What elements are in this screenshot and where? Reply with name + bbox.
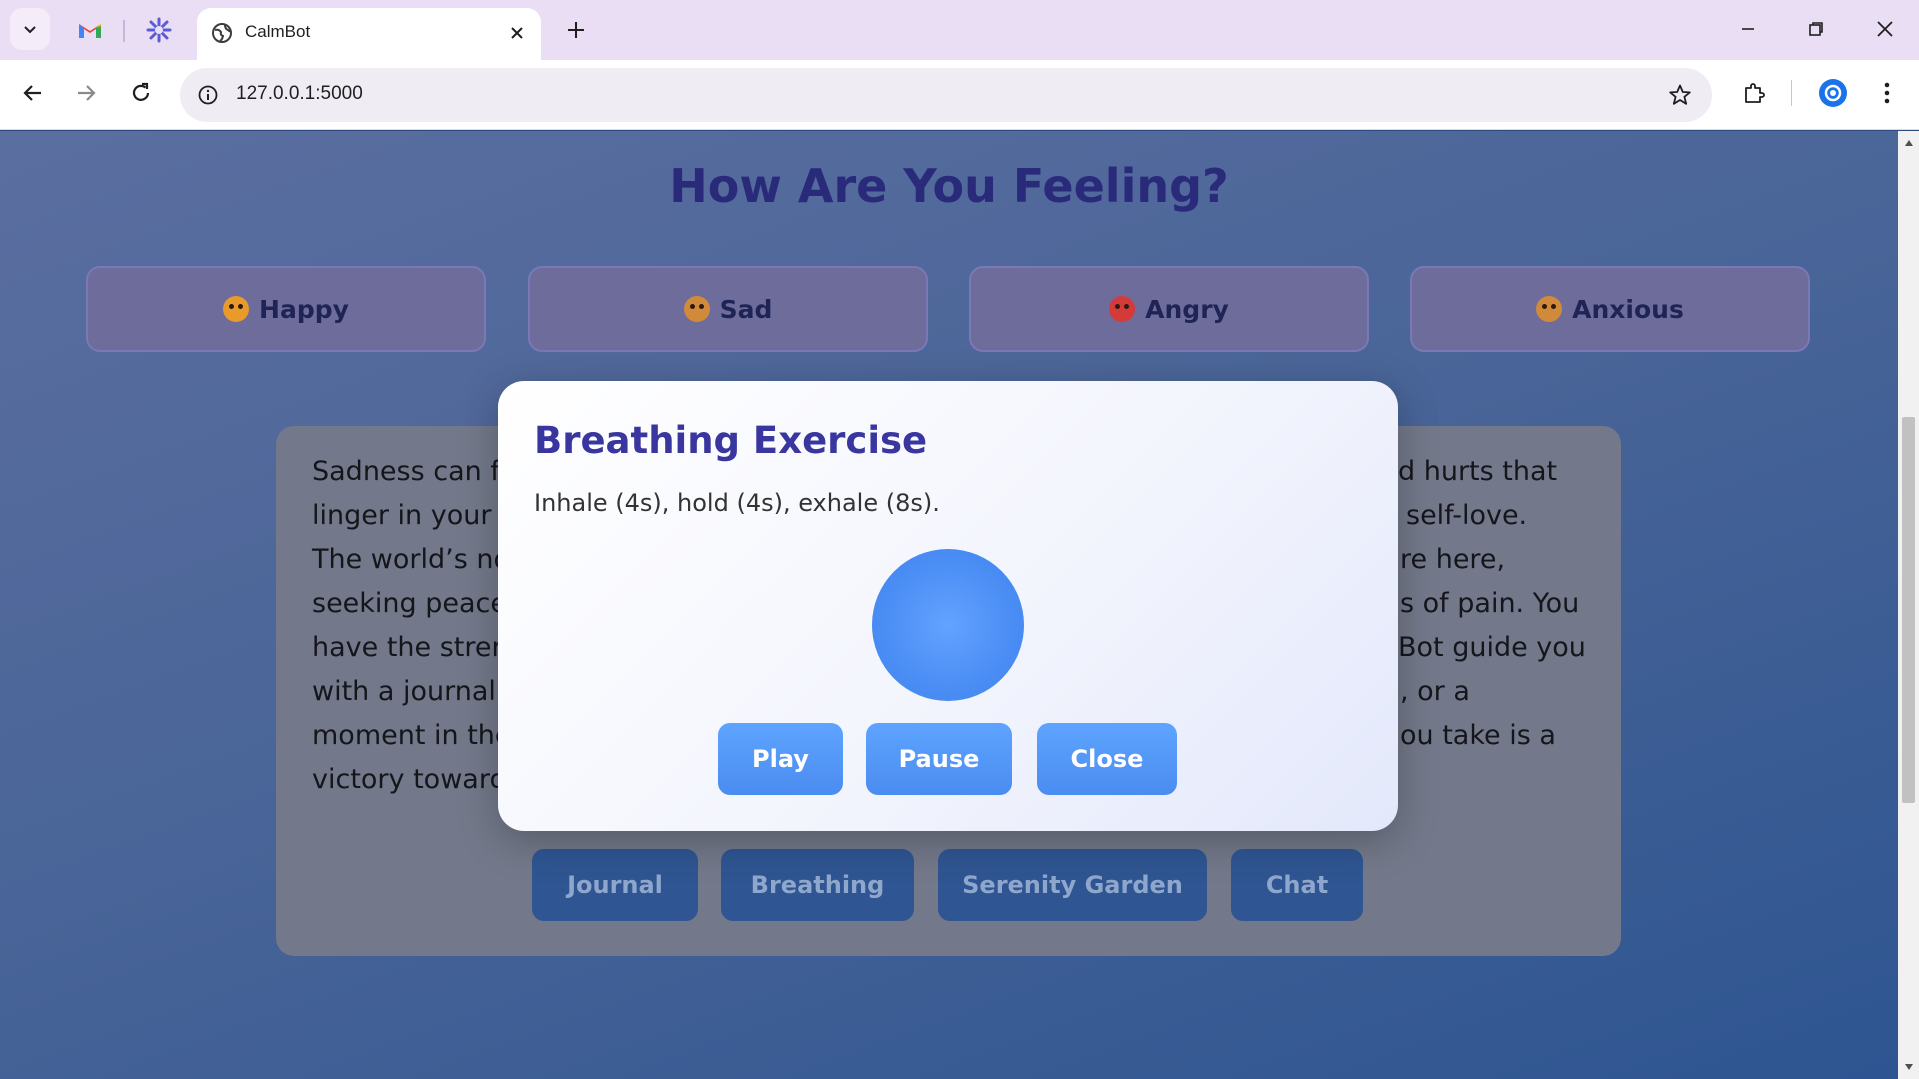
sad-emoji-icon (683, 296, 710, 322)
scroll-down-arrow[interactable] (1902, 1061, 1915, 1073)
minimize-button[interactable] (1720, 8, 1776, 50)
happy-emoji-icon (223, 296, 250, 322)
breathing-circle (872, 549, 1024, 701)
anxious-emoji-icon (1536, 296, 1563, 322)
card-text-line: seeking peace (312, 588, 508, 619)
profile-button[interactable] (1813, 73, 1853, 113)
restore-icon (1809, 22, 1823, 36)
card-text-line: ou take is a (1400, 720, 1556, 751)
plus-icon (568, 22, 584, 38)
triangle-up-icon (1904, 140, 1913, 146)
vertical-scrollbar[interactable] (1898, 131, 1919, 1079)
tab-search-button[interactable] (10, 8, 50, 50)
window-close-button[interactable] (1857, 8, 1913, 50)
card-text-line: self-love. (1406, 500, 1528, 531)
arrow-left-icon (23, 85, 41, 101)
toolbar-separator (1791, 80, 1792, 106)
arrow-right-icon (78, 85, 96, 101)
mood-happy-button[interactable]: Happy (86, 266, 486, 352)
card-text-line: have the stren (312, 632, 509, 663)
close-button[interactable]: Close (1037, 723, 1177, 795)
more-vertical-icon (1884, 82, 1890, 104)
angry-emoji-icon (1109, 296, 1136, 322)
pinned-tab-gmail[interactable] (68, 10, 112, 50)
new-tab-button[interactable] (556, 10, 596, 50)
address-bar[interactable]: 127.0.0.1:5000 (180, 68, 1712, 122)
tab-calmbot[interactable]: CalmBot (197, 8, 541, 60)
extensions-button[interactable] (1734, 73, 1774, 113)
mood-sad-button[interactable]: Sad (528, 266, 928, 352)
reload-icon (132, 82, 150, 101)
tab-title: CalmBot (245, 22, 311, 41)
site-info-button[interactable] (188, 75, 228, 115)
mood-label: Happy (259, 294, 349, 324)
mood-label: Anxious (1572, 294, 1684, 324)
asterisk-flower-icon (146, 17, 172, 43)
card-text-line: The world’s no (312, 544, 511, 575)
globe-icon (212, 23, 232, 43)
profile-avatar-icon (1819, 79, 1847, 107)
forward-button[interactable] (66, 73, 106, 113)
reload-button[interactable] (121, 73, 161, 113)
card-text-line: d hurts that (1398, 456, 1558, 487)
page-viewport: How Are You Feeling? Happy Sad Angry Anx… (0, 131, 1898, 1079)
chat-button[interactable]: Chat (1231, 849, 1363, 921)
card-text-line: re here, (1400, 544, 1506, 575)
pinned-separator (123, 20, 125, 42)
serenity-garden-button[interactable]: Serenity Garden (938, 849, 1207, 921)
gmail-icon (79, 24, 101, 38)
breathing-button[interactable]: Breathing (721, 849, 914, 921)
pause-button[interactable]: Pause (866, 723, 1012, 795)
card-text-line: Sadness can f (312, 456, 500, 487)
mood-anxious-button[interactable]: Anxious (1410, 266, 1810, 352)
card-text-line: Bot guide you (1398, 632, 1586, 663)
puzzle-icon (1745, 83, 1765, 103)
chevron-down-icon (24, 26, 36, 34)
card-text-line: with a journal (312, 676, 496, 707)
tab-close-button[interactable] (505, 21, 529, 45)
breathing-exercise-modal: Breathing Exercise Inhale (4s), hold (4s… (498, 381, 1398, 831)
browser-toolbar: 127.0.0.1:5000 (0, 60, 1919, 130)
play-button[interactable]: Play (718, 723, 843, 795)
minimize-icon (1742, 28, 1754, 30)
page-title: How Are You Feeling? (669, 159, 1229, 213)
mood-angry-button[interactable]: Angry (969, 266, 1369, 352)
card-text-line: victory toward (312, 764, 507, 795)
url-text: 127.0.0.1:5000 (236, 83, 363, 104)
back-button[interactable] (13, 73, 53, 113)
card-text-line: , or a (1400, 676, 1470, 707)
bookmark-button[interactable] (1660, 75, 1700, 115)
info-icon (198, 85, 218, 105)
mood-label: Angry (1145, 294, 1229, 324)
modal-instructions: Inhale (4s), hold (4s), exhale (8s). (534, 489, 940, 517)
card-text-line: moment in the (312, 720, 512, 751)
browser-tab-bar: CalmBot (0, 0, 1919, 60)
journal-button[interactable]: Journal (532, 849, 698, 921)
scroll-up-arrow[interactable] (1902, 137, 1915, 149)
mood-label: Sad (719, 294, 773, 324)
close-icon (511, 27, 523, 39)
card-text-line: s of pain. You (1400, 588, 1580, 619)
close-icon (1877, 21, 1893, 37)
scrollbar-thumb[interactable] (1902, 417, 1915, 803)
restore-button[interactable] (1788, 8, 1844, 50)
card-text-line: linger in your h (312, 500, 518, 531)
modal-title: Breathing Exercise (534, 419, 928, 462)
star-icon (1669, 84, 1691, 105)
triangle-down-icon (1904, 1064, 1913, 1070)
menu-button[interactable] (1867, 73, 1907, 113)
pinned-tab-app[interactable] (137, 10, 181, 50)
